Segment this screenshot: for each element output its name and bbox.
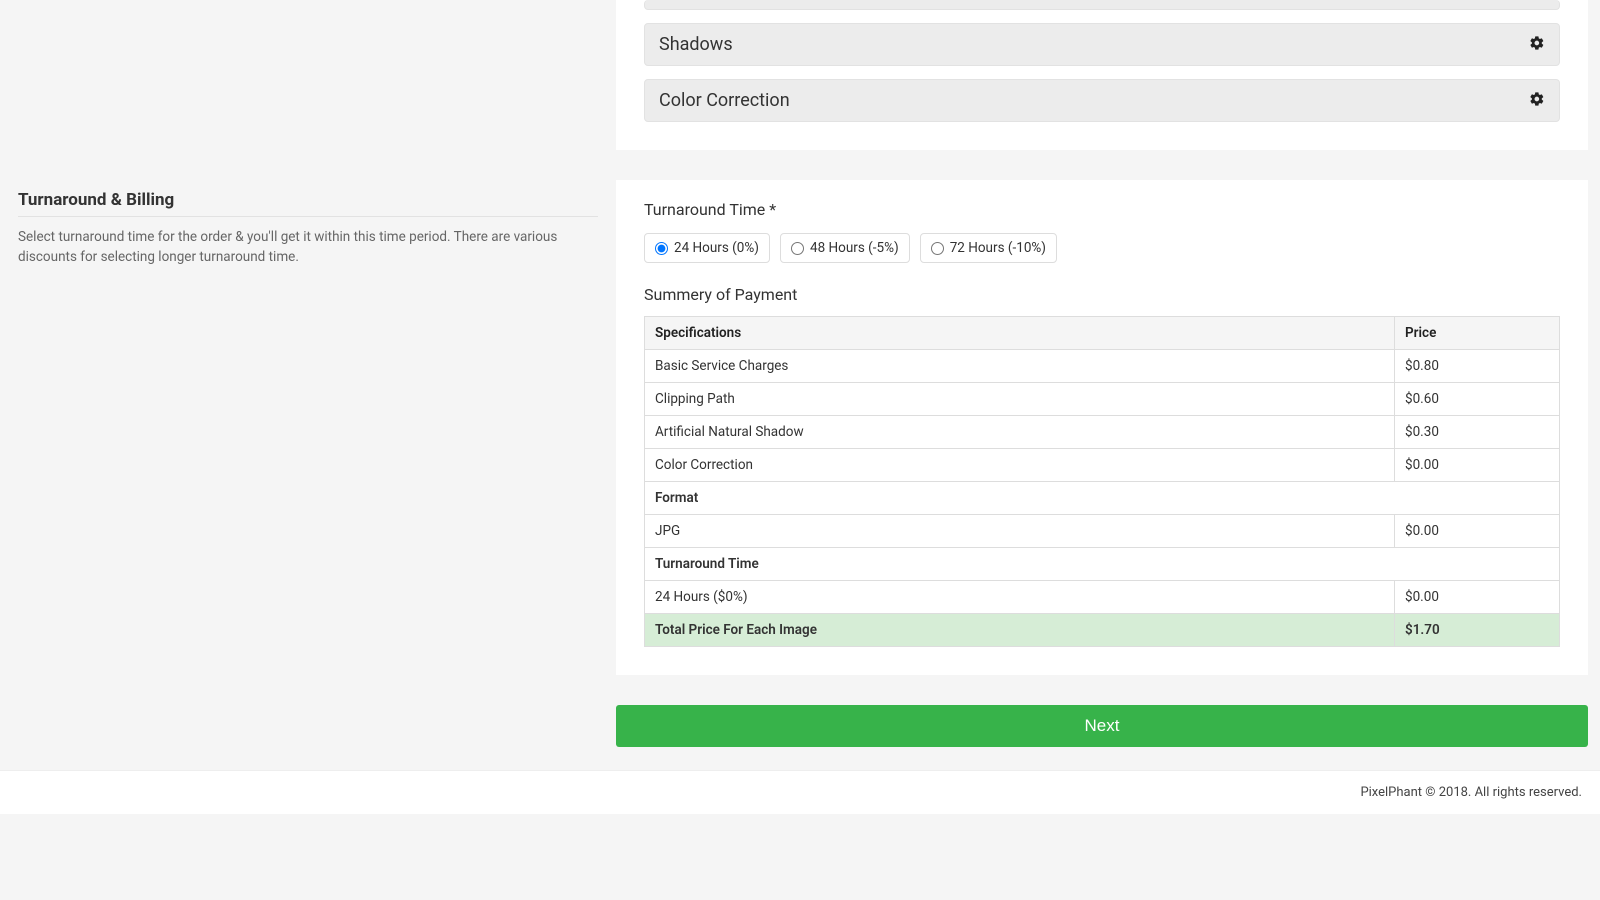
accordion-color-correction[interactable]: Color Correction [644,79,1560,122]
col-price: Price [1395,317,1560,350]
table-row-format-header: Format [645,482,1560,515]
spec-color-correction: Color Correction [645,449,1395,482]
gear-icon [1529,35,1545,55]
turnaround-radio-group: 24 Hours (0%) 48 Hours (-5%) 72 Hours (-… [644,233,1560,263]
turnaround-option-72[interactable]: 72 Hours (-10%) [920,233,1057,263]
price-shadow: $0.30 [1395,416,1560,449]
spec-turnaround: 24 Hours ($0%) [645,581,1395,614]
turnaround-option-72-label: 72 Hours (-10%) [950,240,1046,256]
billing-card: Turnaround Time * 24 Hours (0%) 48 Hours… [616,180,1588,675]
turnaround-billing-heading: Turnaround & Billing [18,190,598,217]
gear-icon [1529,91,1545,111]
turnaround-section-label: Turnaround Time [645,548,1560,581]
total-label: Total Price For Each Image [645,614,1395,647]
turnaround-radio-72[interactable] [931,242,944,255]
turnaround-time-label: Turnaround Time * [644,200,1560,219]
turnaround-radio-24[interactable] [655,242,668,255]
accordion-previous-stub[interactable] [644,0,1560,10]
price-color-correction: $0.00 [1395,449,1560,482]
spec-basic-service: Basic Service Charges [645,350,1395,383]
price-jpg: $0.00 [1395,515,1560,548]
price-clipping-path: $0.60 [1395,383,1560,416]
table-row-turnaround-header: Turnaround Time [645,548,1560,581]
next-button[interactable]: Next [616,705,1588,747]
format-section-label: Format [645,482,1560,515]
turnaround-option-24[interactable]: 24 Hours (0%) [644,233,770,263]
table-header-row: Specifications Price [645,317,1560,350]
price-basic-service: $0.80 [1395,350,1560,383]
spec-clipping-path: Clipping Path [645,383,1395,416]
table-row: Artificial Natural Shadow $0.30 [645,416,1560,449]
table-row: 24 Hours ($0%) $0.00 [645,581,1560,614]
table-row: Basic Service Charges $0.80 [645,350,1560,383]
price-turnaround: $0.00 [1395,581,1560,614]
accordion-shadows-label: Shadows [659,34,733,55]
total-price: $1.70 [1395,614,1560,647]
spec-jpg: JPG [645,515,1395,548]
turnaround-option-48-label: 48 Hours (-5%) [810,240,899,256]
spec-shadow: Artificial Natural Shadow [645,416,1395,449]
footer-copyright: PixelPhant © 2018. All rights reserved. [0,770,1600,814]
payment-summary-table: Specifications Price Basic Service Charg… [644,316,1560,647]
turnaround-radio-48[interactable] [791,242,804,255]
table-row: Color Correction $0.00 [645,449,1560,482]
options-card: Shadows Color Correction [616,0,1588,150]
turnaround-billing-description: Select turnaround time for the order & y… [18,227,598,268]
turnaround-option-24-label: 24 Hours (0%) [674,240,759,256]
table-row: Clipping Path $0.60 [645,383,1560,416]
turnaround-option-48[interactable]: 48 Hours (-5%) [780,233,910,263]
col-specifications: Specifications [645,317,1395,350]
table-row: JPG $0.00 [645,515,1560,548]
table-row-total: Total Price For Each Image $1.70 [645,614,1560,647]
accordion-shadows[interactable]: Shadows [644,23,1560,66]
accordion-color-correction-label: Color Correction [659,90,790,111]
summary-of-payment-heading: Summery of Payment [644,285,1560,304]
